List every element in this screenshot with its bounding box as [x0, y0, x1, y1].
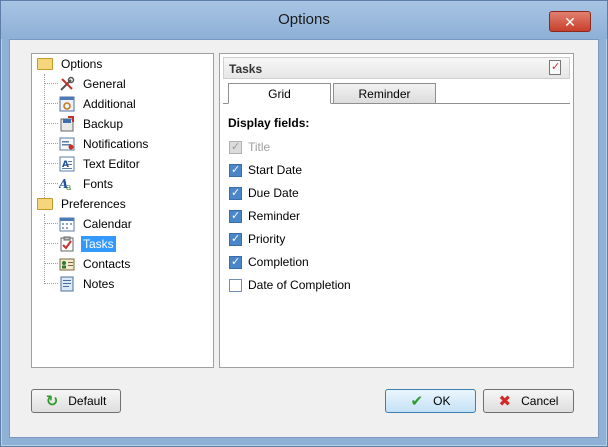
tree-item-general[interactable]: General	[59, 75, 128, 93]
svg-text:a: a	[66, 183, 72, 192]
close-button[interactable]: ✕	[549, 11, 591, 32]
title-bar[interactable]: Options ✕	[1, 1, 607, 39]
checkmark-icon: ✔	[410, 393, 424, 410]
checkbox[interactable]	[229, 209, 242, 223]
tree-group-options[interactable]: Options	[37, 55, 104, 73]
checkbox[interactable]	[229, 186, 242, 200]
tree-item-notifications[interactable]: Notifications	[59, 135, 150, 153]
text-editor-icon: A	[59, 156, 75, 172]
tree-item-label: Notifications	[83, 137, 149, 151]
tree-item-additional[interactable]: Additional	[59, 95, 138, 113]
tasks-icon	[59, 236, 75, 252]
checkbox	[229, 140, 242, 154]
tree-item-label: Tasks	[81, 236, 116, 252]
tab-reminder[interactable]: Reminder	[333, 83, 436, 104]
tree-item-label: Contacts	[83, 257, 131, 271]
default-button-label: Default	[68, 394, 107, 408]
checkbox[interactable]	[229, 278, 242, 292]
tools-icon	[59, 76, 75, 92]
field-label: Due Date	[248, 186, 299, 200]
panel-header: Tasks	[223, 57, 570, 79]
field-title-checkbox: Title	[229, 139, 270, 155]
notification-icon	[59, 136, 75, 152]
field-label: Start Date	[248, 163, 303, 177]
fonts-icon: Aa	[58, 176, 75, 193]
ok-button-label: OK	[433, 394, 451, 408]
calendar-icon	[59, 216, 75, 232]
contacts-icon	[59, 256, 75, 272]
tree-item-label: Notes	[83, 277, 115, 291]
tree-item-calendar[interactable]: Calendar	[59, 215, 134, 233]
field-label: Completion	[248, 255, 309, 269]
tree-item-label: Additional	[83, 97, 136, 111]
tree-item-backup[interactable]: Backup	[59, 115, 125, 133]
refresh-icon: ↻	[45, 393, 59, 410]
tree-connector	[44, 83, 58, 84]
notes-icon	[59, 276, 75, 292]
field-label: Title	[248, 140, 271, 154]
field-completion-checkbox[interactable]: Completion	[229, 254, 309, 270]
field-date-of-completion-checkbox[interactable]: Date of Completion	[229, 277, 351, 293]
tree-item-label: General	[83, 77, 126, 91]
window-title: Options	[278, 11, 330, 28]
field-label: Reminder	[248, 209, 301, 223]
tree-item-text-editor[interactable]: A Text Editor	[59, 155, 142, 173]
checkbox[interactable]	[229, 255, 242, 269]
tree-connector	[44, 283, 58, 284]
close-icon: ✕	[564, 14, 576, 30]
ok-button[interactable]: ✔ OK	[385, 389, 476, 413]
cross-icon: ✖	[498, 393, 512, 410]
tree-item-label: Text Editor	[83, 157, 140, 171]
tab-grid[interactable]: Grid	[228, 83, 331, 104]
field-priority-checkbox[interactable]: Priority	[229, 231, 285, 247]
tree-item-label: Fonts	[83, 177, 114, 191]
settings-panel: Tasks Grid Reminder Display fields: Titl…	[219, 53, 574, 368]
checkbox[interactable]	[229, 232, 242, 246]
tree-item-contacts[interactable]: Contacts	[59, 255, 132, 273]
options-tree[interactable]: Options General Additional Backup Notifi…	[31, 53, 214, 368]
tree-item-fonts[interactable]: Aa Fonts	[58, 175, 115, 193]
field-reminder-checkbox[interactable]: Reminder	[229, 208, 300, 224]
cancel-button-label: Cancel	[521, 394, 559, 408]
tab-label: Grid	[268, 87, 291, 101]
tab-label: Reminder	[358, 87, 411, 101]
tree-connector	[44, 103, 58, 104]
field-label: Priority	[248, 232, 286, 246]
panel-title: Tasks	[229, 62, 263, 76]
task-clipboard-icon	[549, 60, 561, 75]
display-fields-label: Display fields:	[228, 116, 310, 130]
settings-window-icon	[59, 96, 75, 112]
tree-connector	[44, 223, 58, 224]
grid-tab-content: Display fields: Title Start Date Due Dat…	[223, 103, 570, 364]
default-button[interactable]: ↻ Default	[31, 389, 121, 413]
tree-group-preferences[interactable]: Preferences	[37, 195, 128, 213]
tree-connector	[44, 123, 58, 124]
checkbox[interactable]	[229, 163, 242, 177]
tree-connector	[44, 243, 58, 244]
tree-connector	[44, 214, 45, 282]
tree-group-label: Preferences	[61, 197, 126, 211]
tree-item-label: Backup	[83, 117, 124, 131]
options-window: Options ✕ Options General Additional Bac…	[0, 0, 608, 447]
folder-icon	[37, 196, 53, 212]
tree-item-tasks[interactable]: Tasks	[59, 235, 116, 253]
tree-item-notes[interactable]: Notes	[59, 275, 116, 293]
tree-connector	[44, 143, 58, 144]
backup-icon	[59, 116, 75, 132]
folder-icon	[37, 56, 53, 72]
field-start-date-checkbox[interactable]: Start Date	[229, 162, 302, 178]
tree-item-label: Calendar	[83, 217, 132, 231]
tree-group-label: Options	[61, 57, 103, 71]
tree-connector	[44, 183, 58, 184]
dialog-body: Options General Additional Backup Notifi…	[9, 39, 599, 438]
field-due-date-checkbox[interactable]: Due Date	[229, 185, 299, 201]
tree-connector	[44, 163, 58, 164]
cancel-button[interactable]: ✖ Cancel	[483, 389, 574, 413]
tree-connector	[44, 263, 58, 264]
field-label: Date of Completion	[248, 278, 351, 292]
